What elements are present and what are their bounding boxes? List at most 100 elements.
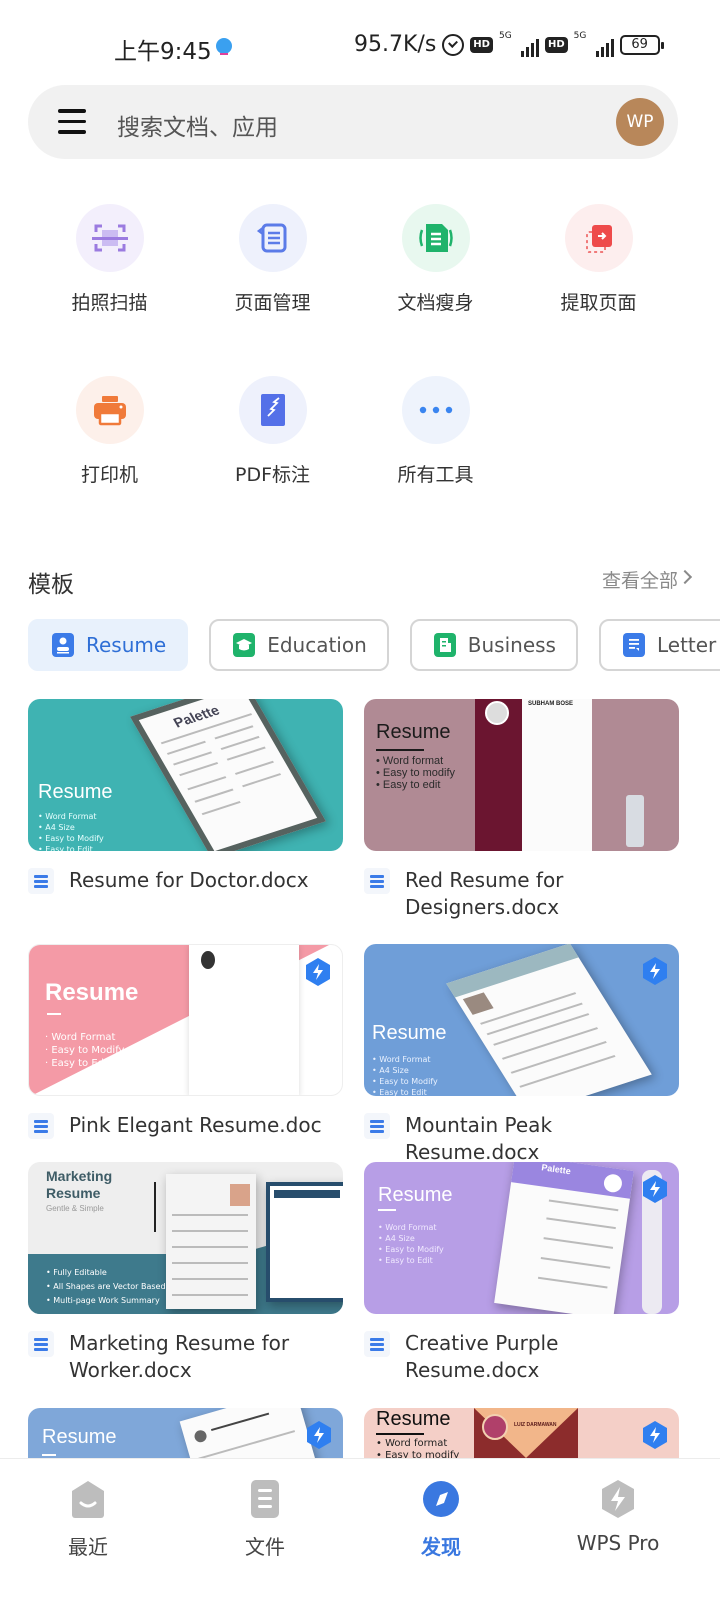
pencil-cup-decoration [626,795,644,847]
hamburger-menu-icon[interactable] [58,109,86,134]
thumb-title: Resume [378,1184,453,1206]
pro-badge-icon [643,957,667,985]
nav-files[interactable]: 文件 [175,1479,355,1560]
template-thumbnail[interactable]: Resume · Word Format · Easy to Modify · Ea… [28,944,343,1096]
document-icon [364,868,390,894]
tool-compress-doc[interactable]: 文档瘦身 [354,204,517,315]
tool-all-tools[interactable]: 所有工具 [354,376,517,487]
printer-icon [75,376,144,444]
more-icon [401,376,470,444]
thumb-bullets: • Word Format • A4 Size • Easy to Modify • … [372,1055,438,1096]
document-icon [364,1113,390,1139]
tool-label: 页面管理 [234,292,311,314]
extract-page-icon [564,204,633,272]
category-education[interactable]: Education [209,619,389,671]
compress-doc-icon [401,204,470,272]
chevron-right-icon[interactable] [677,569,693,585]
resume-icon [52,633,74,657]
tool-label: 提取页面 [560,292,637,314]
template-thumbnail[interactable]: Palette Resume • Word Format • A4 Size • E… [364,1162,679,1314]
tool-scan[interactable]: 拍照扫描 [28,204,191,315]
template-name[interactable]: Resume for Doctor.docx [69,867,309,894]
template-name[interactable]: Pink Elegant Resume.doc [69,1112,322,1139]
tool-page-manage[interactable]: 页面管理 [191,204,354,315]
document-icon [28,868,54,894]
see-all-link[interactable]: 查看全部 [602,566,678,593]
nav-discover[interactable]: 发现 [351,1479,531,1560]
nav-label: 发现 [421,1535,461,1559]
thumb-title: Resume [376,1408,451,1430]
discover-compass-icon [423,1479,459,1519]
pro-badge-icon [307,1421,331,1449]
document-icon [364,1331,390,1357]
education-icon [233,633,256,657]
status-time: 上午9:45 [114,39,212,65]
thumb-title: Resume [376,721,451,743]
resume-paper-preview [446,944,652,1096]
templates-title: 模板 [28,572,74,598]
thumb-bullets: • Word Format • A4 Size • Easy to Modify • … [38,812,104,851]
alarm-icon [442,33,465,56]
tool-pdf-annotate[interactable]: PDF标注 [191,376,354,487]
signal-5g-icon: 5G [499,31,539,57]
tool-printer[interactable]: 打印机 [28,376,191,487]
resume-paper-preview [189,945,299,1095]
search-bar[interactable]: 搜索文档、应用 WP [28,85,678,159]
template-categories: Resume Education Business Letter [28,619,720,671]
thumb-title: Resume [372,1022,447,1044]
nav-label: 文件 [245,1535,285,1559]
template-card[interactable]: Resume • Word Format • A4 Size • Easy to M… [364,944,679,1166]
pdf-annotate-icon [238,376,307,444]
thumb-subtitle: Gentle & Simple [46,1204,104,1213]
recent-icon [70,1479,106,1519]
nav-label: WPS Pro [576,1531,660,1555]
pro-badge-icon [643,1175,667,1203]
tool-extract-page[interactable]: 提取页面 [517,204,680,315]
document-icon [28,1331,54,1357]
thumb-bullets: • Fully Editable • All Shapes are Vector … [46,1268,166,1305]
template-name[interactable]: Red Resume for Designers.docx [405,867,605,921]
category-business[interactable]: Business [409,619,578,671]
template-name[interactable]: Creative Purple Resume.docx [405,1330,605,1384]
template-card[interactable]: Palette Resume • Word Format • A4 Size • E… [364,1162,679,1384]
search-input[interactable]: 搜索文档、应用 [117,108,278,142]
category-label: Education [267,633,367,657]
category-label: Resume [86,633,167,657]
nav-label: 最近 [68,1535,108,1559]
template-thumbnail[interactable]: SUBHAM BOSE Resume • Word format • Easy t… [364,699,679,851]
hd-voice-icon: HD [470,36,493,53]
template-card[interactable]: Palette Resume • Word Format • A4 Size • E… [28,699,343,894]
category-letter[interactable]: Letter [598,619,720,671]
nav-recent[interactable]: 最近 [0,1479,178,1560]
tool-label: 所有工具 [397,464,474,486]
tool-label: 打印机 [80,464,138,486]
nav-wps-pro[interactable]: WPS Pro [528,1479,708,1555]
business-icon [433,633,456,657]
document-icon [28,1113,54,1139]
signal-5g-icon: 5G [574,31,614,57]
template-name[interactable]: Mountain Peak Resume.docx [405,1112,679,1166]
pro-badge-icon [643,1421,667,1449]
thumb-title: Marketing Resume [46,1168,113,1201]
template-card[interactable]: Resume · Word Format · Easy to Modify · Ea… [28,944,343,1139]
category-label: Letter [656,633,717,657]
category-resume[interactable]: Resume [28,619,189,671]
template-thumbnail[interactable]: Palette Resume • Word Format • A4 Size • E… [28,699,343,851]
thumb-bullets: • Word format • Easy to modify • Easy to e… [376,755,456,791]
template-card[interactable]: SUBHAM BOSE Resume • Word format • Easy t… [364,699,679,921]
thumb-bullets: · Word Format · Easy to Modify · Easy to E… [45,1032,125,1069]
thumb-bullets: • Word Format • A4 Size • Easy to Modify • … [378,1223,444,1265]
pro-badge-icon [306,958,330,986]
network-speed: 95.7K/s [354,32,437,57]
thumb-title: Resume [42,1426,117,1448]
template-thumbnail[interactable]: Marketing Resume Gentle & Simple • Fully… [28,1162,343,1314]
avatar[interactable]: WP [616,98,664,146]
hd-voice-icon: HD [544,36,568,53]
template-card[interactable]: Marketing Resume Gentle & Simple • Fully… [28,1162,343,1384]
template-thumbnail[interactable]: Resume • Word Format • A4 Size • Easy to M… [364,944,679,1096]
template-name[interactable]: Marketing Resume for Worker.docx [69,1330,309,1384]
resume-paper-preview [166,1174,256,1309]
bottom-navigation: 最近 文件 发现 WPS Pro [0,1458,720,1600]
notification-app-icon [216,38,232,55]
resume-paper-preview: Palette [494,1162,634,1314]
